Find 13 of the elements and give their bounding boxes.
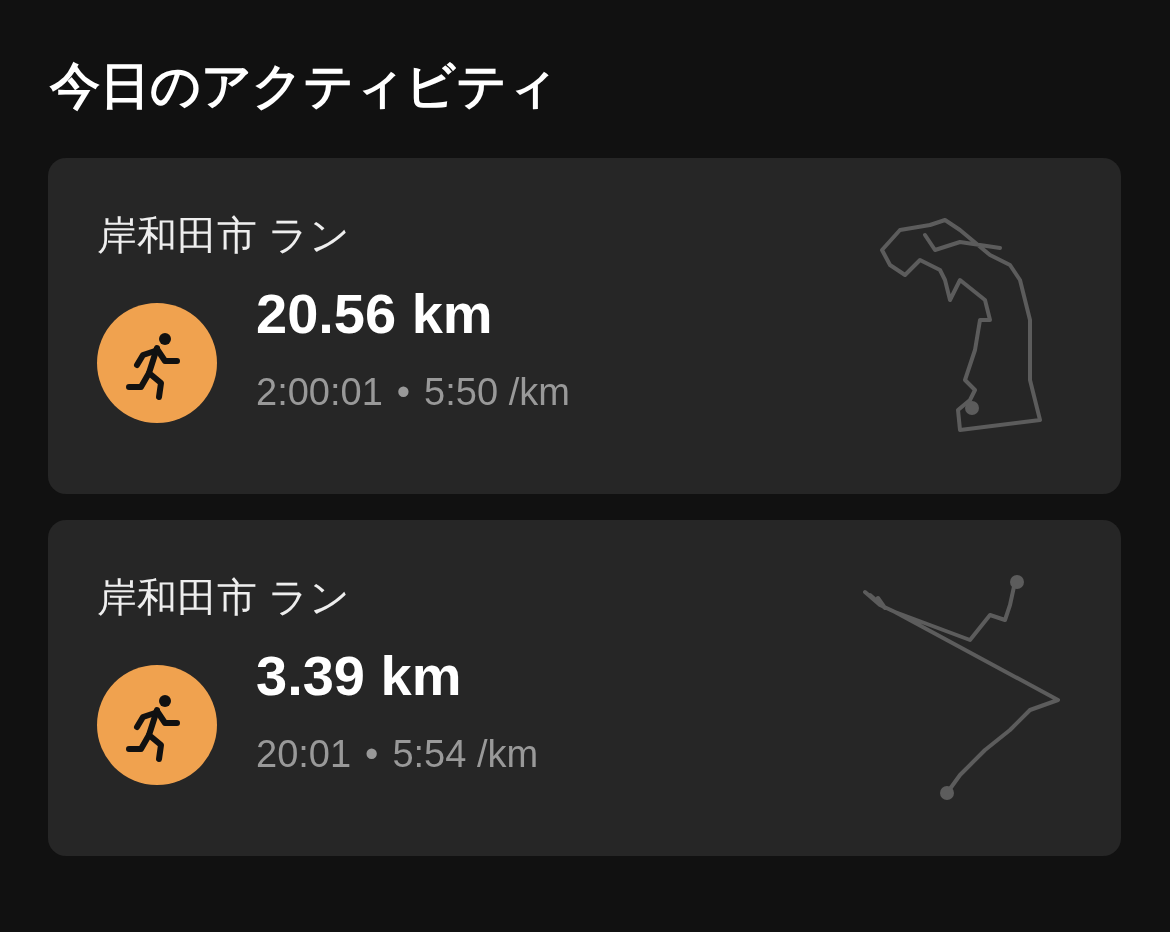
distance: 20.56 km [256,284,494,344]
pace: 5:54 /km [392,732,539,776]
separator-dot: • [396,370,411,414]
runner-icon [97,303,217,423]
separator-dot: • [365,732,379,776]
duration: 20:01 [256,732,352,776]
distance: 3.39 km [256,646,463,706]
runner-icon [97,665,217,785]
pace: 5:50 /km [424,370,570,414]
activity-name: 岸和田市 ラン [97,213,352,257]
page-title: 今日のアクティビティ [50,57,559,116]
duration: 2:00:01 [256,370,383,414]
activity-name: 岸和田市 ラン [97,575,352,619]
